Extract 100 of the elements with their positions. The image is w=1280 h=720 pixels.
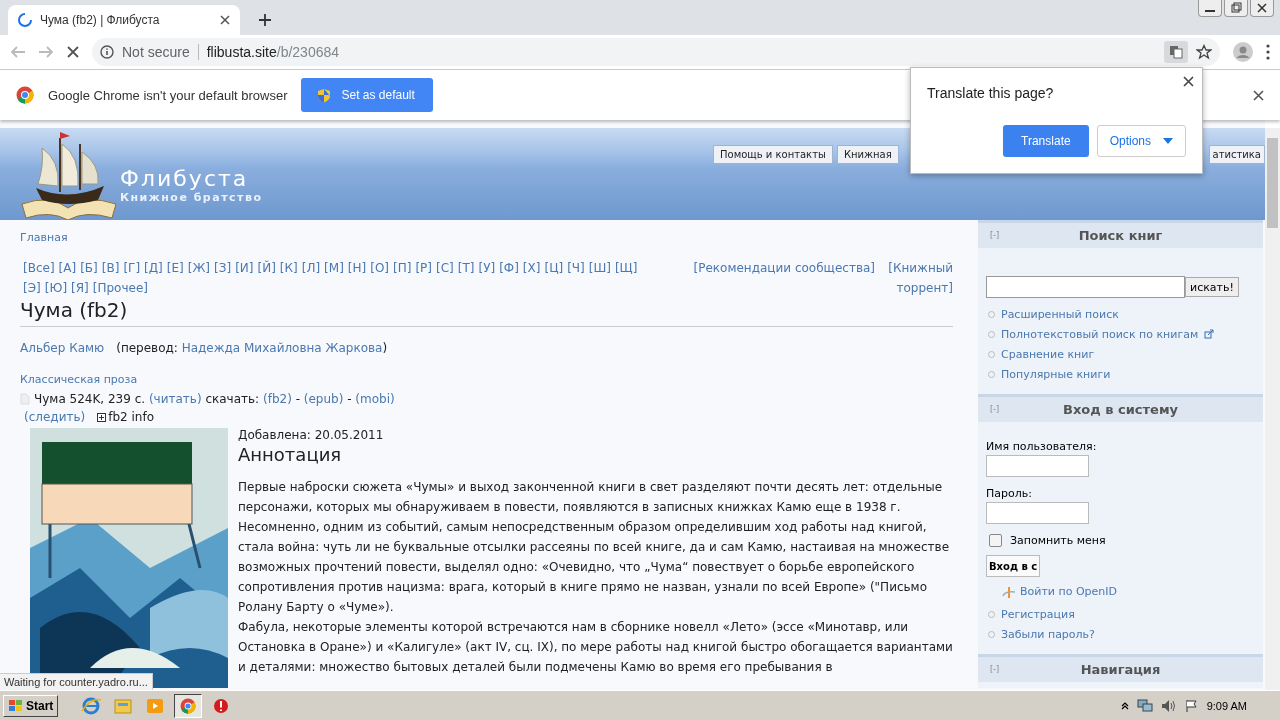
torrent-link[interactable]: [Книжный торрент] [885, 258, 953, 298]
sidebar-link[interactable]: Забыли пароль? [1001, 627, 1095, 641]
alphabet-link[interactable]: [Р] [415, 258, 432, 278]
alphabet-link[interactable]: [Все] [23, 258, 55, 278]
alphabet-link[interactable]: [О] [370, 258, 389, 278]
site-nav-tab[interactable]: атистика [1208, 145, 1265, 163]
alphabet-link[interactable]: [Ц] [544, 258, 564, 278]
alphabet-link[interactable]: [Б] [80, 258, 98, 278]
collapse-toggle[interactable]: [-] [990, 665, 1000, 674]
set-default-button[interactable]: Set as default [301, 78, 433, 112]
close-icon[interactable] [1183, 76, 1194, 87]
genre-link[interactable]: Классическая проза [20, 373, 138, 386]
network-icon[interactable] [1136, 698, 1153, 713]
close-icon[interactable] [220, 15, 230, 25]
download-link[interactable]: (epub) [303, 392, 344, 406]
start-button[interactable]: Start [3, 694, 59, 717]
menu-icon[interactable] [1266, 44, 1270, 60]
field-label: Имя пользователя: [986, 440, 1097, 453]
recommendations-link[interactable]: [Рекомендации сообщества] [693, 258, 875, 278]
restore-icon[interactable] [1224, 0, 1248, 17]
star-icon[interactable] [1196, 44, 1212, 60]
site-nav-tab[interactable]: Помощь и контакты [713, 145, 833, 163]
default-browser-message: Google Chrome isn't your default browser [48, 87, 288, 103]
windows-logo-icon [8, 698, 24, 713]
url-text: flibusta.site/b/230684 [206, 44, 340, 60]
alphabet-link[interactable]: [У] [478, 258, 496, 278]
alphabet-link[interactable]: [В] [101, 258, 120, 278]
speaker-icon[interactable] [1160, 698, 1177, 713]
alphabet-link[interactable]: [Е] [166, 258, 184, 278]
alphabet-link[interactable]: [Ю] [44, 278, 68, 298]
follow-link[interactable]: (следить) [24, 410, 86, 424]
translate-icon[interactable] [1164, 41, 1188, 63]
alphabet-link[interactable]: [Я] [71, 278, 89, 298]
alphabet-link[interactable]: [Прочее] [92, 278, 148, 298]
checkbox-label[interactable]: Запомнить меня [1010, 534, 1106, 547]
alphabet-link[interactable]: [З] [214, 258, 232, 278]
block-header[interactable]: [-] Вход в систему [978, 394, 1263, 422]
search-button[interactable]: искать! [1185, 277, 1239, 297]
stop-icon[interactable] [66, 45, 80, 59]
annotation-paragraph: Первые наброски сюжета «Чумы» и выход законченной книги в свет разделяют почти десять лет: отдельные персонажи, которых мы обнаруживаем в повести, появляются в записных книжках Камю еще в 1938 г. Несомненно, одним из событий, самым непосредственным образом определившим ход работы над книгой, стала война: чуть ли не буквальные отсылки рассеяны по всей книге, да и сам Камю, настаивая на множестве возможных прочтений повести, выделял одно: «Очевидно, что „Чума“ повествует о борьбе европейского сопротивления против нацизма: врага, который в книге прямо не назван, узнали по всей Европе» ("Письмо Ролану Барту о «Чуме»). [238, 479, 951, 616]
sidebar-link[interactable]: Регистрация [1001, 607, 1075, 621]
collapse-toggle[interactable]: [-] [990, 231, 1000, 240]
sidebar-link[interactable]: Сравнение книг [1001, 347, 1095, 361]
download-link[interactable]: (mobi) [355, 392, 395, 406]
minimize-icon[interactable] [1198, 0, 1222, 17]
translator-link[interactable]: Надежда Михайловна Жаркова [181, 341, 383, 355]
alphabet-link[interactable]: [И] [235, 258, 254, 278]
login-button[interactable]: Вход в с [986, 555, 1041, 577]
password-field[interactable] [986, 502, 1089, 524]
block-header[interactable]: [-] Поиск книг [978, 220, 1263, 248]
alphabet-link[interactable]: [Д] [144, 258, 163, 278]
collapse-toggle[interactable]: [-] [990, 405, 1000, 414]
alphabet-link[interactable]: [Ф] [499, 258, 519, 278]
alphabet-link[interactable]: [М] [324, 258, 344, 278]
flag-icon[interactable] [1184, 698, 1199, 713]
close-icon[interactable] [1253, 89, 1264, 101]
translate-button[interactable]: Translate [1003, 125, 1089, 157]
alphabet-link[interactable]: [Й] [257, 258, 276, 278]
browser-tab[interactable]: Чума (fb2) | Флибуста [8, 5, 240, 35]
alphabet-link[interactable]: [Г] [123, 258, 141, 278]
author-link[interactable]: Альбер Камю [20, 341, 105, 355]
options-button[interactable]: Options [1096, 125, 1186, 157]
close-window-icon[interactable] [1250, 0, 1274, 17]
expand-icon[interactable] [97, 412, 107, 422]
shield-icon [317, 87, 332, 103]
alphabet-link[interactable]: [К] [279, 258, 298, 278]
profile-icon[interactable] [1232, 41, 1254, 63]
sidebar-link[interactable]: Популярные книги [1001, 367, 1111, 381]
site-nav-tab[interactable]: Книжная [836, 145, 899, 163]
alphabet-link[interactable]: [Л] [301, 258, 321, 278]
alphabet-link[interactable]: [Н] [347, 258, 367, 278]
new-tab-icon[interactable] [258, 13, 272, 27]
alphabet-link[interactable]: [Ж] [187, 258, 211, 278]
alphabet-link[interactable]: [А] [58, 258, 77, 278]
alphabet-link[interactable]: [Щ] [614, 258, 638, 278]
info-icon[interactable] [100, 45, 114, 59]
openid-link[interactable]: Войти по OpenID [1020, 585, 1117, 598]
breadcrumb-link[interactable]: Главная [20, 231, 68, 244]
alphabet-link[interactable]: [Т] [457, 258, 475, 278]
block-header[interactable]: [-] Навигация [978, 654, 1263, 682]
alphabet-link[interactable]: [П] [393, 258, 412, 278]
alphabet-link[interactable]: [С] [436, 258, 454, 278]
alphabet-link[interactable]: [Х] [522, 258, 541, 278]
chevron-up-icon[interactable] [1120, 701, 1129, 710]
sidebar-link[interactable]: Полнотекстовый поиск по книгам [1001, 327, 1199, 341]
read-link[interactable]: (читать) [148, 392, 202, 406]
checkbox[interactable] [989, 534, 1002, 547]
alphabet-link[interactable]: [Ш] [588, 258, 611, 278]
chrome-icon[interactable] [174, 693, 203, 718]
alphabet-link[interactable]: [Ч] [567, 258, 585, 278]
chrome-logo-icon [16, 86, 34, 104]
sidebar-link[interactable]: Расширенный поиск [1001, 307, 1119, 321]
fb2-info-label[interactable]: fb2 info [108, 410, 154, 424]
address-bar[interactable]: Not secure flibusta.site/b/230684 [92, 38, 1220, 66]
download-link[interactable]: (fb2) [262, 392, 292, 406]
search-field[interactable] [986, 276, 1185, 298]
clock[interactable]: 9:09 AM [1206, 699, 1247, 712]
alphabet-link[interactable]: [Э] [23, 278, 41, 298]
username-field[interactable] [986, 455, 1089, 477]
scrollbar[interactable] [1265, 128, 1280, 690]
